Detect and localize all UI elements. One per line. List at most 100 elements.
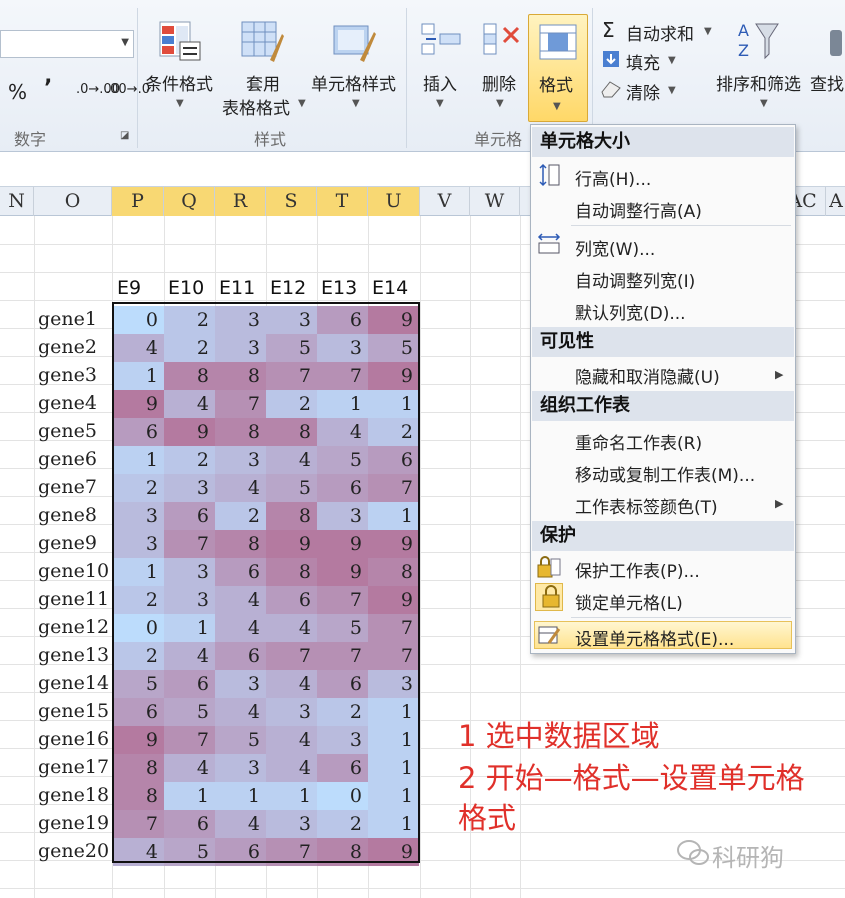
chevron-down-icon[interactable]: ▼ xyxy=(704,26,712,37)
gene-label[interactable]: gene2 xyxy=(38,336,97,358)
menu-item-autofit-row-height[interactable]: 自动调整行高(A) xyxy=(575,197,702,222)
gene-label[interactable]: gene20 xyxy=(38,840,109,862)
conditional-format-icon[interactable] xyxy=(158,20,202,64)
gene-label[interactable]: gene9 xyxy=(38,532,97,554)
chevron-down-icon[interactable]: ▼ xyxy=(176,98,184,109)
column-header[interactable]: Q xyxy=(164,187,215,216)
menu-separator xyxy=(571,225,791,226)
ribbon-separator xyxy=(406,8,407,148)
gene-label[interactable]: gene13 xyxy=(38,644,109,666)
chevron-down-icon[interactable]: ▼ xyxy=(352,98,360,109)
menu-item-autofit-column-width[interactable]: 自动调整列宽(I) xyxy=(575,267,695,292)
svg-text:A: A xyxy=(738,21,749,40)
grid-column-line xyxy=(34,216,35,898)
gene-label[interactable]: gene18 xyxy=(38,784,109,806)
fill-button[interactable]: 填充 xyxy=(626,49,660,74)
menu-item-column-width[interactable]: 列宽(W)... xyxy=(575,235,655,260)
comma-style-button[interactable]: ’ xyxy=(44,76,52,101)
gene-label[interactable]: gene10 xyxy=(38,560,109,582)
dialog-launcher-icon[interactable]: ◪ xyxy=(120,130,129,141)
wechat-icon xyxy=(677,840,709,865)
gene-label[interactable]: gene5 xyxy=(38,420,97,442)
cell-styles-button[interactable]: 单元格样式 xyxy=(311,70,396,95)
column-header[interactable]: R xyxy=(215,187,266,216)
format-as-table-button-line1[interactable]: 套用 xyxy=(246,70,280,95)
menu-item-protect-sheet[interactable]: 保护工作表(P)... xyxy=(575,557,700,582)
chevron-down-icon[interactable]: ▼ xyxy=(668,85,676,96)
column-header[interactable]: O xyxy=(34,187,112,216)
insert-button[interactable]: 插入 xyxy=(423,70,457,95)
insert-cells-icon[interactable] xyxy=(418,20,462,64)
gene-label[interactable]: gene1 xyxy=(38,308,97,330)
menu-item-default-width[interactable]: 默认列宽(D)... xyxy=(575,299,686,324)
gene-label[interactable]: gene15 xyxy=(38,700,109,722)
find-select-button[interactable]: 查找 xyxy=(810,70,844,95)
menu-item-row-height[interactable]: 行高(H)... xyxy=(575,165,651,190)
column-header[interactable]: U xyxy=(368,187,420,216)
autosum-button[interactable]: 自动求和 xyxy=(626,20,694,45)
gene-label[interactable]: gene8 xyxy=(38,504,97,526)
annotation-step-2-cont: 格式 xyxy=(458,801,517,835)
column-header[interactable]: A xyxy=(826,187,845,216)
column-header[interactable]: T xyxy=(317,187,368,216)
menu-item-move-copy-sheet[interactable]: 移动或复制工作表(M)... xyxy=(575,461,755,486)
gene-label[interactable]: gene14 xyxy=(38,672,109,694)
binoculars-icon[interactable] xyxy=(828,26,845,62)
chevron-down-icon[interactable]: ▼ xyxy=(436,98,444,109)
delete-button[interactable]: 删除 xyxy=(482,70,516,95)
column-header[interactable]: N xyxy=(0,187,34,216)
chevron-down-icon[interactable]: ▼ xyxy=(668,55,676,66)
column-header[interactable]: S xyxy=(266,187,317,216)
menu-item-format-cells-label[interactable]: 设置单元格格式(E)... xyxy=(575,625,734,650)
gene-label[interactable]: gene11 xyxy=(38,588,109,610)
gene-label[interactable]: gene19 xyxy=(38,812,109,834)
chevron-down-icon[interactable]: ▼ xyxy=(298,98,306,109)
chevron-down-icon[interactable]: ▼ xyxy=(760,98,768,109)
format-as-table-button-line2[interactable]: 表格格式 xyxy=(222,94,290,119)
conditional-format-button[interactable]: 条件格式 xyxy=(145,70,213,95)
submenu-arrow-icon: ▶ xyxy=(775,497,784,510)
cell-styles-icon[interactable] xyxy=(332,20,376,64)
column-header[interactable]: W xyxy=(470,187,520,216)
chevron-down-icon[interactable]: ▼ xyxy=(121,37,129,48)
svg-text:Z: Z xyxy=(738,41,749,60)
percent-style-button[interactable]: % xyxy=(8,80,27,104)
decrease-decimal-button[interactable]: .00→.0 xyxy=(106,82,150,97)
gene-label[interactable]: gene6 xyxy=(38,448,97,470)
gene-label[interactable]: gene4 xyxy=(38,392,97,414)
delete-cells-icon[interactable] xyxy=(480,20,524,64)
sigma-icon: Σ xyxy=(602,18,615,42)
menu-item-hide-unhide[interactable]: 隐藏和取消隐藏(U) xyxy=(575,363,720,388)
sort-filter-button[interactable]: 排序和筛选 xyxy=(716,70,801,95)
clear-button[interactable]: 清除 xyxy=(626,79,660,104)
gene-label[interactable]: gene16 xyxy=(38,728,109,750)
eraser-icon xyxy=(601,81,621,98)
menu-item-lock-cell[interactable]: 锁定单元格(L) xyxy=(575,589,683,614)
data-column-header: E9 xyxy=(117,277,142,299)
menu-section-cell-size: 单元格大小 xyxy=(532,127,794,157)
fill-down-icon xyxy=(603,51,619,67)
lock-sheet-icon xyxy=(537,556,561,578)
gene-label[interactable]: gene12 xyxy=(38,616,109,638)
menu-item-tab-color[interactable]: 工作表标签颜色(T) xyxy=(575,493,718,518)
grid-column-line xyxy=(420,216,421,898)
number-format-combo[interactable]: ▼ xyxy=(0,30,134,58)
data-column-header: E14 xyxy=(372,277,409,299)
chevron-down-icon[interactable]: ▼ xyxy=(496,98,504,109)
menu-item-rename-sheet[interactable]: 重命名工作表(R) xyxy=(575,429,702,454)
menu-separator xyxy=(571,617,791,618)
menu-section-visibility: 可见性 xyxy=(532,327,794,357)
column-header[interactable]: P xyxy=(112,187,164,216)
gene-label[interactable]: gene3 xyxy=(38,364,97,386)
menu-section-protection: 保护 xyxy=(532,521,794,551)
column-header[interactable]: V xyxy=(420,187,470,216)
gene-label[interactable]: gene7 xyxy=(38,476,97,498)
format-button[interactable]: 格式 ▼ xyxy=(528,14,588,122)
group-label-number: 数字 xyxy=(14,130,47,149)
gene-label[interactable]: gene17 xyxy=(38,756,109,778)
format-as-table-icon[interactable] xyxy=(240,20,284,64)
chevron-down-icon: ▼ xyxy=(553,101,561,112)
ribbon-separator xyxy=(137,8,138,148)
sort-filter-icon[interactable]: A Z xyxy=(736,18,780,62)
format-button-label: 格式 xyxy=(539,76,573,96)
